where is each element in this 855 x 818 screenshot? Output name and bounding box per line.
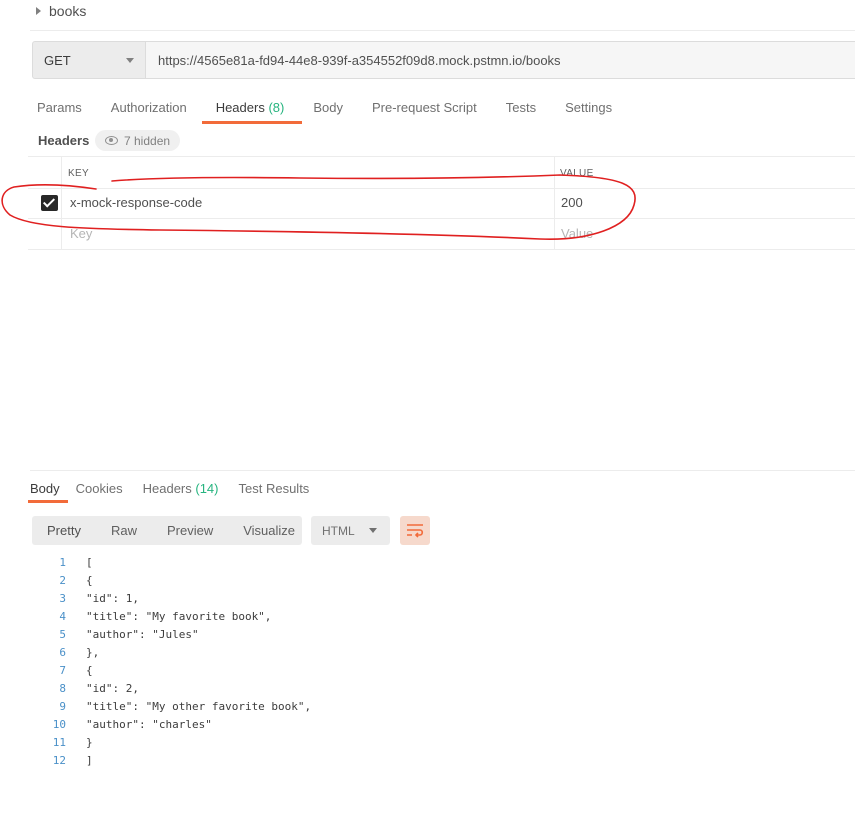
- tab-settings[interactable]: Settings: [565, 98, 612, 124]
- tab-params[interactable]: Params: [37, 98, 82, 124]
- headers-count: (8): [268, 100, 285, 115]
- caret-right-icon[interactable]: [36, 7, 41, 15]
- hidden-headers-label: 7 hidden: [124, 133, 171, 148]
- tab-pre-request-script[interactable]: Pre-request Script: [372, 98, 477, 124]
- response-tab-body[interactable]: Body: [28, 481, 68, 503]
- tab-authorization[interactable]: Authorization: [111, 98, 187, 124]
- response-divider: [30, 470, 855, 471]
- tab-body[interactable]: Body: [313, 98, 343, 124]
- format-toggle-group: Pretty Raw Preview Visualize: [32, 516, 302, 545]
- headers-section-title: Headers: [38, 133, 90, 148]
- collection-name: books: [49, 3, 87, 19]
- format-raw[interactable]: Raw: [96, 523, 152, 538]
- language-label: HTML: [322, 523, 355, 538]
- tab-tests[interactable]: Tests: [506, 98, 536, 124]
- hidden-headers-toggle[interactable]: 7 hidden: [95, 130, 181, 151]
- collection-breadcrumb[interactable]: books: [36, 2, 86, 20]
- request-tabs: Params Authorization Headers (8) Body Pr…: [37, 98, 641, 126]
- language-select[interactable]: HTML: [311, 516, 390, 545]
- format-preview[interactable]: Preview: [152, 523, 228, 538]
- url-text: https://4565e81a-fd94-44e8-939f-a354552f…: [158, 52, 561, 68]
- url-input[interactable]: https://4565e81a-fd94-44e8-939f-a354552f…: [146, 41, 855, 79]
- method-label: GET: [44, 52, 71, 68]
- divider: [30, 30, 855, 31]
- format-pretty[interactable]: Pretty: [32, 523, 96, 538]
- response-tab-cookies[interactable]: Cookies: [76, 481, 123, 503]
- annotation-circle: [1, 174, 636, 240]
- method-select[interactable]: GET: [32, 41, 146, 79]
- response-tab-headers[interactable]: Headers (14): [143, 481, 219, 503]
- eye-icon: [105, 136, 118, 145]
- chevron-down-icon: [369, 528, 377, 533]
- tab-headers[interactable]: Headers (8): [201, 98, 302, 124]
- format-visualize[interactable]: Visualize: [228, 523, 310, 538]
- chevron-down-icon: [126, 58, 134, 63]
- response-tabs: Body Cookies Headers (14) Test Results: [28, 481, 329, 505]
- response-tab-test-results[interactable]: Test Results: [239, 481, 310, 503]
- wrap-lines-button[interactable]: [400, 516, 430, 545]
- response-headers-count: (14): [195, 481, 219, 496]
- wrap-lines-icon: [407, 524, 424, 538]
